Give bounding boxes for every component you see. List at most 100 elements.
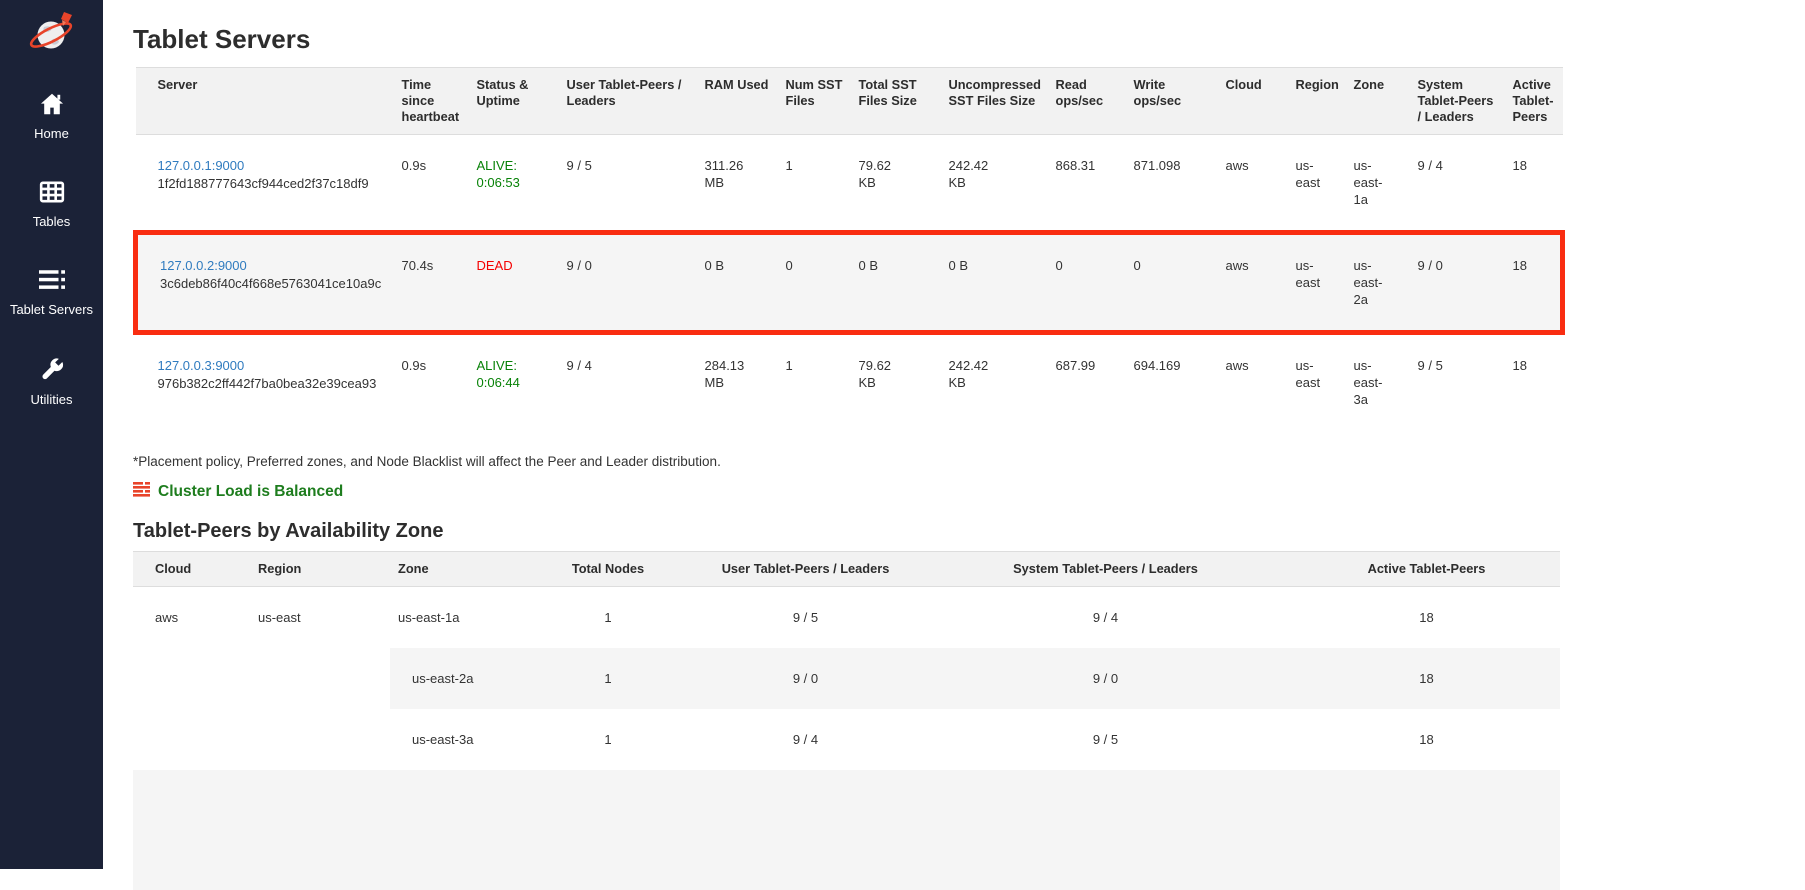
cell-zone: us-east-3a <box>390 709 523 770</box>
cell-uncompressed-sst-size: 242.42 KB <box>941 333 1048 431</box>
sidebar-item-utilities[interactable]: Utilities <box>0 355 103 407</box>
sidebar-item-tablet-servers[interactable]: Tablet Servers <box>0 267 103 317</box>
col-active-tablet-peers: Active Tablet-Peers <box>1293 552 1560 587</box>
cell-cloud: aws <box>133 587 250 771</box>
cell-total-nodes: 1 <box>523 587 693 649</box>
col-zone: Zone <box>390 552 523 587</box>
col-server: Server <box>136 68 394 135</box>
cell-cloud: aws <box>1218 135 1288 233</box>
wrench-icon <box>39 355 65 386</box>
col-total-nodes: Total Nodes <box>523 552 693 587</box>
cell-system-tablet-peers: 9 / 0 <box>1410 233 1505 333</box>
cell-zone: us-east-1a <box>1346 135 1410 233</box>
cell-system-tablet-peers: 9 / 5 <box>1410 333 1505 431</box>
cell-system-tablet-peers: 9 / 0 <box>918 648 1293 709</box>
cell-num-sst-files: 1 <box>778 333 851 431</box>
cell-region: us-east <box>1288 233 1346 333</box>
cell-region: us-east <box>1288 135 1346 233</box>
az-row-us-east-1a: aws us-east us-east-1a 1 9 / 5 9 / 4 18 <box>133 587 1560 649</box>
cell-total-sst-size: 79.62 KB <box>851 135 941 233</box>
cell-region: us-east <box>250 587 390 771</box>
col-system-tablet-peers: System Tablet-Peers / Leaders <box>918 552 1293 587</box>
server-row-3: 127.0.0.3:9000 976b382c2ff442f7ba0bea32e… <box>136 333 1563 431</box>
cell-active-tablet-peers: 18 <box>1505 135 1563 233</box>
cluster-load-label: Cluster Load is Balanced <box>158 483 343 501</box>
page-title: Tablet Servers <box>133 24 1805 55</box>
server-row-2-dead-highlighted: 127.0.0.2:9000 3c6deb86f40c4f668e5763041… <box>136 233 1563 333</box>
cell-total-sst-size: 0 B <box>851 233 941 333</box>
cell-active-tablet-peers: 18 <box>1293 587 1560 649</box>
sidebar-item-tables[interactable]: Tables <box>0 179 103 229</box>
cell-system-tablet-peers: 9 / 4 <box>1410 135 1505 233</box>
tablet-servers-table: Server Time since heartbeat Status & Upt… <box>133 67 1565 430</box>
cell-ram-used: 311.26 MB <box>697 135 778 233</box>
cell-num-sst-files: 1 <box>778 135 851 233</box>
sidebar-item-label: Home <box>34 126 69 141</box>
col-status-uptime: Status & Uptime <box>469 68 559 135</box>
server-uuid: 3c6deb86f40c4f668e5763041ce10a9c <box>160 275 386 292</box>
server-link[interactable]: 127.0.0.3:9000 <box>158 358 245 373</box>
col-total-sst-size: Total SST Files Size <box>851 68 941 135</box>
sidebar-item-label: Utilities <box>31 392 73 407</box>
cell-uncompressed-sst-size: 242.42 KB <box>941 135 1048 233</box>
cell-read-ops: 0 <box>1048 233 1126 333</box>
col-zone: Zone <box>1346 68 1410 135</box>
cell-active-tablet-peers: 18 <box>1293 648 1560 709</box>
cell-server: 127.0.0.1:9000 1f2fd188777643cf944ced2f3… <box>136 135 394 233</box>
az-table-header-row: Cloud Region Zone Total Nodes User Table… <box>133 552 1560 587</box>
cell-status: ALIVE: 0:06:53 <box>469 135 559 233</box>
col-ram-used: RAM Used <box>697 68 778 135</box>
cell-user-tablet-peers: 9 / 5 <box>693 587 918 649</box>
server-link[interactable]: 127.0.0.1:9000 <box>158 158 245 173</box>
col-cloud: Cloud <box>133 552 250 587</box>
col-heartbeat: Time since heartbeat <box>394 68 469 135</box>
cell-total-nodes: 1 <box>523 709 693 770</box>
cell-user-tablet-peers: 9 / 0 <box>693 648 918 709</box>
col-user-tablet-peers: User Tablet-Peers / Leaders <box>693 552 918 587</box>
tablet-peers-by-az-table: Cloud Region Zone Total Nodes User Table… <box>133 551 1560 890</box>
uptime-text: 0:06:53 <box>477 174 551 191</box>
status-text: ALIVE: <box>477 357 551 374</box>
col-read-ops: Read ops/sec <box>1048 68 1126 135</box>
cell-active-tablet-peers: 18 <box>1293 709 1560 770</box>
cell-total-sst-size: 79.62 KB <box>851 333 941 431</box>
cell-zone: us-east-1a <box>390 587 523 649</box>
col-cloud: Cloud <box>1218 68 1288 135</box>
status-text: ALIVE: <box>477 157 551 174</box>
cell-write-ops: 694.169 <box>1126 333 1218 431</box>
col-write-ops: Write ops/sec <box>1126 68 1218 135</box>
main-content: Tablet Servers Server Time since heartbe… <box>103 0 1805 869</box>
cell-system-tablet-peers: 9 / 4 <box>918 587 1293 649</box>
server-link[interactable]: 127.0.0.2:9000 <box>160 258 247 273</box>
cell-user-tablet-peers: 9 / 4 <box>693 709 918 770</box>
cell-user-tablet-peers: 9 / 0 <box>559 233 697 333</box>
app-root: Home Tables <box>0 0 1805 869</box>
cell-zone: us-east-2a <box>1346 233 1410 333</box>
cell-uncompressed-sst-size: 0 B <box>941 233 1048 333</box>
sidebar-nav: Home Tables <box>0 91 103 445</box>
tables-grid-icon <box>38 179 66 208</box>
server-uuid: 976b382c2ff442f7ba0bea32e39cea93 <box>158 375 386 392</box>
col-system-tablet-peers: System Tablet-Peers / Leaders <box>1410 68 1505 135</box>
cell-cloud: aws <box>1218 233 1288 333</box>
sidebar-item-label: Tablet Servers <box>10 302 93 317</box>
cell-zone: us-east-2a <box>390 648 523 709</box>
planet-rocket-logo-icon[interactable] <box>26 7 78 59</box>
col-active-tablet-peers: Active Tablet-Peers <box>1505 68 1563 135</box>
cell-user-tablet-peers: 9 / 5 <box>559 135 697 233</box>
servers-table-header-row: Server Time since heartbeat Status & Upt… <box>136 68 1563 135</box>
uptime-text: 0:06:44 <box>477 374 551 391</box>
cell-server: 127.0.0.2:9000 3c6deb86f40c4f668e5763041… <box>136 233 394 333</box>
col-region: Region <box>1288 68 1346 135</box>
cell-status: ALIVE: 0:06:44 <box>469 333 559 431</box>
cell-active-tablet-peers: 18 <box>1505 333 1563 431</box>
cell-read-ops: 868.31 <box>1048 135 1126 233</box>
sidebar: Home Tables <box>0 0 103 869</box>
cell-cloud: aws <box>1218 333 1288 431</box>
cell-heartbeat: 0.9s <box>394 135 469 233</box>
cell-write-ops: 871.098 <box>1126 135 1218 233</box>
sidebar-item-label: Tables <box>33 214 71 229</box>
cell-region: us-east <box>1288 333 1346 431</box>
sidebar-item-home[interactable]: Home <box>0 91 103 141</box>
balance-bars-icon <box>133 482 150 502</box>
